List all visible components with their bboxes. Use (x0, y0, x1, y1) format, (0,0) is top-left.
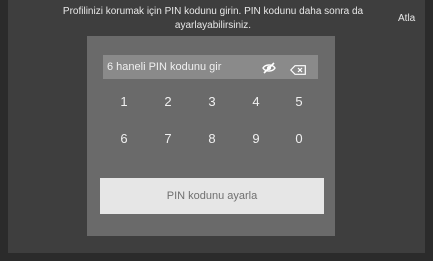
eye-off-icon[interactable] (262, 61, 276, 74)
pin-setup-screen: Profilinizi korumak için PIN kodunu giri… (0, 0, 433, 261)
keypad-key-2[interactable]: 2 (153, 90, 183, 114)
keypad-key-0[interactable]: 0 (284, 127, 314, 151)
backspace-icon[interactable] (289, 62, 306, 75)
instruction-text: Profilinizi korumak için PIN kodunu giri… (62, 6, 364, 31)
keypad-key-9[interactable]: 9 (241, 127, 271, 151)
keypad-key-8[interactable]: 8 (197, 127, 227, 151)
pin-placeholder: 6 haneli PIN kodunu gir (107, 61, 222, 73)
pin-input-field[interactable]: 6 haneli PIN kodunu gir (103, 55, 318, 79)
set-pin-button[interactable]: PIN kodunu ayarla (100, 178, 324, 214)
skip-button[interactable]: Atla (398, 12, 415, 26)
keypad-key-5[interactable]: 5 (284, 90, 314, 114)
keypad-key-3[interactable]: 3 (197, 90, 227, 114)
keypad-key-4[interactable]: 4 (241, 90, 271, 114)
keypad-key-6[interactable]: 6 (109, 127, 139, 151)
keypad-key-7[interactable]: 7 (153, 127, 183, 151)
set-pin-button-label: PIN kodunu ayarla (166, 190, 258, 202)
keypad-key-1[interactable]: 1 (109, 90, 139, 114)
